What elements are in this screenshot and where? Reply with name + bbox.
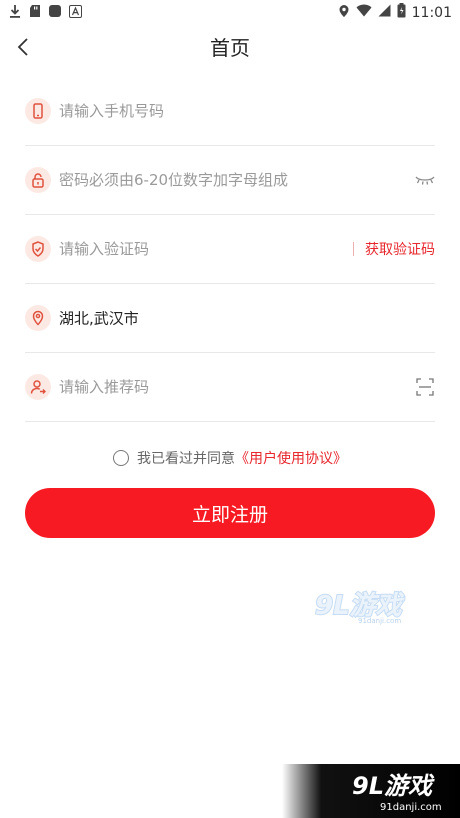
status-bar: 11:01 bbox=[0, 0, 460, 24]
user-agreement-link[interactable]: 《用户使用协议》 bbox=[235, 448, 347, 468]
corner-watermark: 9L游戏 91danji.com bbox=[282, 764, 460, 818]
user-add-icon bbox=[25, 374, 51, 400]
font-a-icon bbox=[68, 4, 82, 18]
battery-icon bbox=[397, 3, 406, 22]
password-row bbox=[25, 146, 435, 215]
location-icon bbox=[25, 305, 51, 331]
location-row[interactable]: 湖北,武汉市 bbox=[25, 284, 435, 353]
status-left-icons bbox=[8, 4, 82, 18]
eye-closed-icon[interactable] bbox=[415, 170, 435, 190]
register-button[interactable]: 立即注册 bbox=[25, 488, 435, 538]
corner-logo-text: 9L游戏 bbox=[352, 772, 435, 800]
phone-icon bbox=[25, 98, 51, 124]
app-icon bbox=[48, 4, 62, 18]
shield-check-icon bbox=[25, 236, 51, 262]
agreement-text: 我已看过并同意 bbox=[137, 451, 235, 467]
get-code-button[interactable]: 获取验证码 bbox=[353, 239, 435, 259]
verify-code-input[interactable] bbox=[59, 237, 319, 261]
location-pin-icon bbox=[338, 4, 350, 22]
corner-site-text: 91danji.com bbox=[380, 802, 442, 813]
phone-row bbox=[25, 77, 435, 146]
wifi-icon bbox=[356, 4, 372, 21]
nav-bar: 首页 bbox=[0, 26, 460, 66]
signal-icon bbox=[378, 4, 391, 21]
watermark-logo-icon: 9L游戏 9L游戏 91danji.com bbox=[314, 590, 406, 625]
download-icon bbox=[8, 4, 22, 18]
referral-input[interactable] bbox=[59, 375, 359, 399]
location-value: 湖北,武汉市 bbox=[59, 309, 139, 328]
verify-code-row: 获取验证码 bbox=[25, 215, 435, 284]
status-time: 11:01 bbox=[411, 4, 452, 21]
lock-icon bbox=[25, 167, 51, 193]
corner-logo-icon: 9L游戏 91danji.com bbox=[352, 772, 442, 813]
page-title: 首页 bbox=[210, 36, 250, 60]
scan-icon[interactable] bbox=[415, 377, 435, 397]
status-right-icons: 11:01 bbox=[338, 3, 452, 22]
agree-radio[interactable] bbox=[113, 450, 129, 466]
sd-card-icon bbox=[28, 4, 42, 18]
watermark-site-text: 91danji.com bbox=[358, 617, 401, 625]
agreement: 我已看过并同意 《用户使用协议》 bbox=[0, 448, 460, 468]
password-input[interactable] bbox=[59, 168, 359, 192]
referral-row bbox=[25, 353, 435, 422]
phone-input[interactable] bbox=[59, 99, 359, 123]
center-watermark: 9L游戏 9L游戏 91danji.com bbox=[314, 586, 410, 626]
